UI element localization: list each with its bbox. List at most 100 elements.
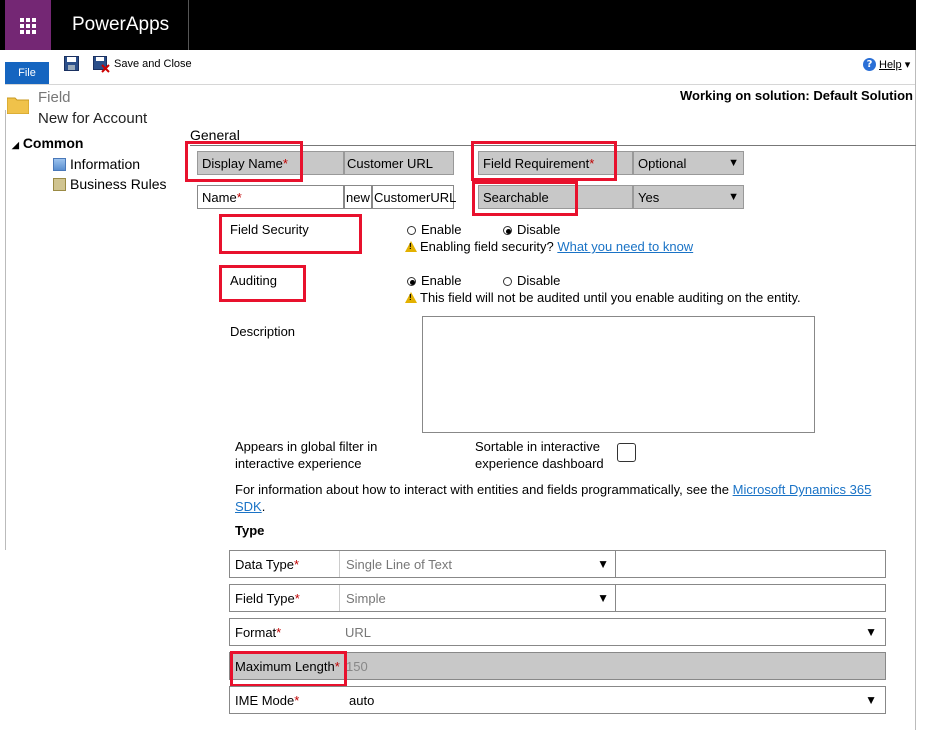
global-filter-line2: interactive experience bbox=[235, 456, 362, 471]
sortable-checkbox[interactable] bbox=[617, 443, 636, 462]
ime-mode-value: auto bbox=[349, 693, 375, 708]
max-length-input[interactable]: 150 bbox=[346, 659, 368, 674]
name-label-text: Name bbox=[202, 190, 237, 205]
searchable-select[interactable]: Yes ▼ bbox=[633, 185, 744, 209]
save-and-close-button[interactable]: Save and Close bbox=[114, 58, 192, 70]
left-border bbox=[5, 110, 6, 550]
auditing-warning: This field will not be audited until you… bbox=[405, 290, 801, 305]
app-launcher-icon[interactable] bbox=[5, 0, 51, 50]
what-you-need-to-know-link[interactable]: What you need to know bbox=[557, 239, 693, 254]
nav-item-information[interactable]: Information bbox=[70, 156, 140, 172]
folder-icon bbox=[7, 97, 29, 114]
entity-label: Field bbox=[38, 89, 71, 106]
radio-icon bbox=[407, 226, 416, 236]
top-bar-divider bbox=[188, 0, 189, 50]
data-type-row: Data Type* Single Line of Text ▼ bbox=[229, 550, 886, 578]
ime-mode-label: IME Mode* bbox=[235, 693, 300, 708]
field-type-value: Simple bbox=[346, 591, 386, 606]
save-and-close-icon[interactable] bbox=[93, 56, 110, 73]
auditing-enable-radio[interactable]: Enable bbox=[407, 273, 461, 288]
field-requirement-value: Optional bbox=[638, 155, 687, 171]
auditing-warning-text: This field will not be audited until you… bbox=[420, 290, 801, 305]
format-row: Format* URL ▼ bbox=[229, 618, 886, 646]
display-name-input[interactable]: Customer URL bbox=[344, 151, 454, 175]
data-type-label: Data Type* bbox=[235, 557, 300, 572]
dropdown-arrow-icon: ▼ bbox=[728, 191, 739, 203]
sortable-line2: experience dashboard bbox=[475, 456, 604, 471]
auditing-disable-radio[interactable]: Disable bbox=[503, 273, 560, 288]
chevron-down-icon: ▾ bbox=[904, 59, 911, 71]
dropdown-arrow-icon: ▼ bbox=[865, 693, 877, 707]
ime-mode-select[interactable]: auto ▼ bbox=[339, 687, 885, 713]
field-type-label-text: Field Type bbox=[235, 591, 295, 606]
dropdown-arrow-icon: ▼ bbox=[597, 591, 609, 605]
nav-section-label: Common bbox=[22, 135, 84, 151]
field-security-disable-label: Disable bbox=[517, 222, 561, 237]
file-button[interactable]: File bbox=[5, 62, 49, 84]
ime-mode-label-text: IME Mode bbox=[235, 693, 295, 708]
field-type-label: Field Type* bbox=[235, 591, 300, 606]
sortable-label: Sortable in interactive experience dashb… bbox=[475, 438, 604, 472]
highlight-auditing bbox=[219, 265, 306, 302]
sdk-note-suffix: . bbox=[261, 499, 266, 514]
dropdown-arrow-icon: ▼ bbox=[865, 625, 877, 639]
field-type-select[interactable]: Simple ▼ bbox=[339, 585, 616, 611]
global-filter-line1: Appears in global filter in bbox=[235, 439, 378, 454]
field-security-enable-radio[interactable]: Enable bbox=[407, 222, 461, 237]
sdk-note-text: For information about how to interact wi… bbox=[235, 482, 729, 497]
business-rules-icon bbox=[53, 178, 66, 191]
sortable-line1: Sortable in interactive bbox=[475, 439, 601, 454]
warning-icon bbox=[405, 241, 417, 252]
sdk-link[interactable]: Microsoft Dynamics 365 bbox=[733, 482, 872, 497]
help-icon[interactable]: ? bbox=[863, 58, 876, 71]
data-type-label-text: Data Type bbox=[235, 557, 295, 572]
field-requirement-select[interactable]: Optional ▼ bbox=[633, 151, 744, 175]
highlight-field-security bbox=[219, 214, 362, 254]
name-prefix: new bbox=[344, 185, 372, 209]
description-label: Description bbox=[230, 324, 296, 339]
radio-icon bbox=[503, 277, 512, 287]
collapse-triangle-icon: ◢ bbox=[12, 140, 19, 150]
highlight-field-requirement bbox=[471, 141, 617, 181]
dropdown-arrow-icon: ▼ bbox=[728, 157, 739, 169]
searchable-value: Yes bbox=[638, 189, 660, 205]
name-label: Name* bbox=[197, 185, 344, 209]
auditing-enable-label: Enable bbox=[421, 273, 462, 288]
field-security-enable-label: Enable bbox=[421, 222, 462, 237]
data-type-select[interactable]: Single Line of Text ▼ bbox=[339, 551, 616, 577]
app-name[interactable]: PowerApps bbox=[72, 14, 169, 36]
dropdown-arrow-icon: ▼ bbox=[597, 557, 609, 571]
help-label[interactable]: Help bbox=[879, 59, 902, 71]
ime-mode-row: IME Mode* auto ▼ bbox=[229, 686, 886, 714]
type-section-title: Type bbox=[235, 523, 265, 538]
radio-selected-icon bbox=[503, 226, 512, 236]
format-value: URL bbox=[345, 625, 372, 640]
nav-item-business-rules[interactable]: Business Rules bbox=[70, 176, 167, 192]
solution-indicator: Working on solution: Default Solution bbox=[679, 88, 913, 103]
sdk-link-continued[interactable]: SDK bbox=[235, 499, 262, 514]
sdk-note: For information about how to interact wi… bbox=[235, 481, 895, 515]
save-icon[interactable] bbox=[64, 56, 79, 71]
radio-selected-icon bbox=[407, 277, 416, 287]
highlight-max-length bbox=[230, 651, 347, 687]
page-title: New for Account bbox=[38, 110, 148, 127]
highlight-display-name bbox=[185, 141, 303, 182]
format-label: Format* bbox=[235, 625, 282, 640]
field-security-warning: Enabling field security? What you need t… bbox=[405, 239, 693, 254]
format-select[interactable]: URL ▼ bbox=[339, 619, 885, 645]
right-border bbox=[915, 50, 916, 730]
highlight-searchable bbox=[472, 181, 578, 216]
field-security-warning-text: Enabling field security? bbox=[420, 239, 554, 254]
description-textarea[interactable] bbox=[422, 316, 815, 433]
field-type-row: Field Type* Simple ▼ bbox=[229, 584, 886, 612]
information-icon bbox=[53, 158, 66, 171]
global-filter-label: Appears in global filter in interactive … bbox=[235, 438, 377, 472]
field-security-disable-radio[interactable]: Disable bbox=[503, 222, 560, 237]
data-type-value: Single Line of Text bbox=[346, 557, 452, 572]
format-label-text: Format bbox=[235, 625, 277, 640]
warning-icon bbox=[405, 292, 417, 303]
nav-section-common[interactable]: ◢ Common bbox=[12, 135, 83, 151]
name-input[interactable]: CustomerURL bbox=[372, 185, 456, 209]
auditing-disable-label: Disable bbox=[517, 273, 561, 288]
help-menu[interactable]: Help ▾ bbox=[879, 58, 910, 71]
